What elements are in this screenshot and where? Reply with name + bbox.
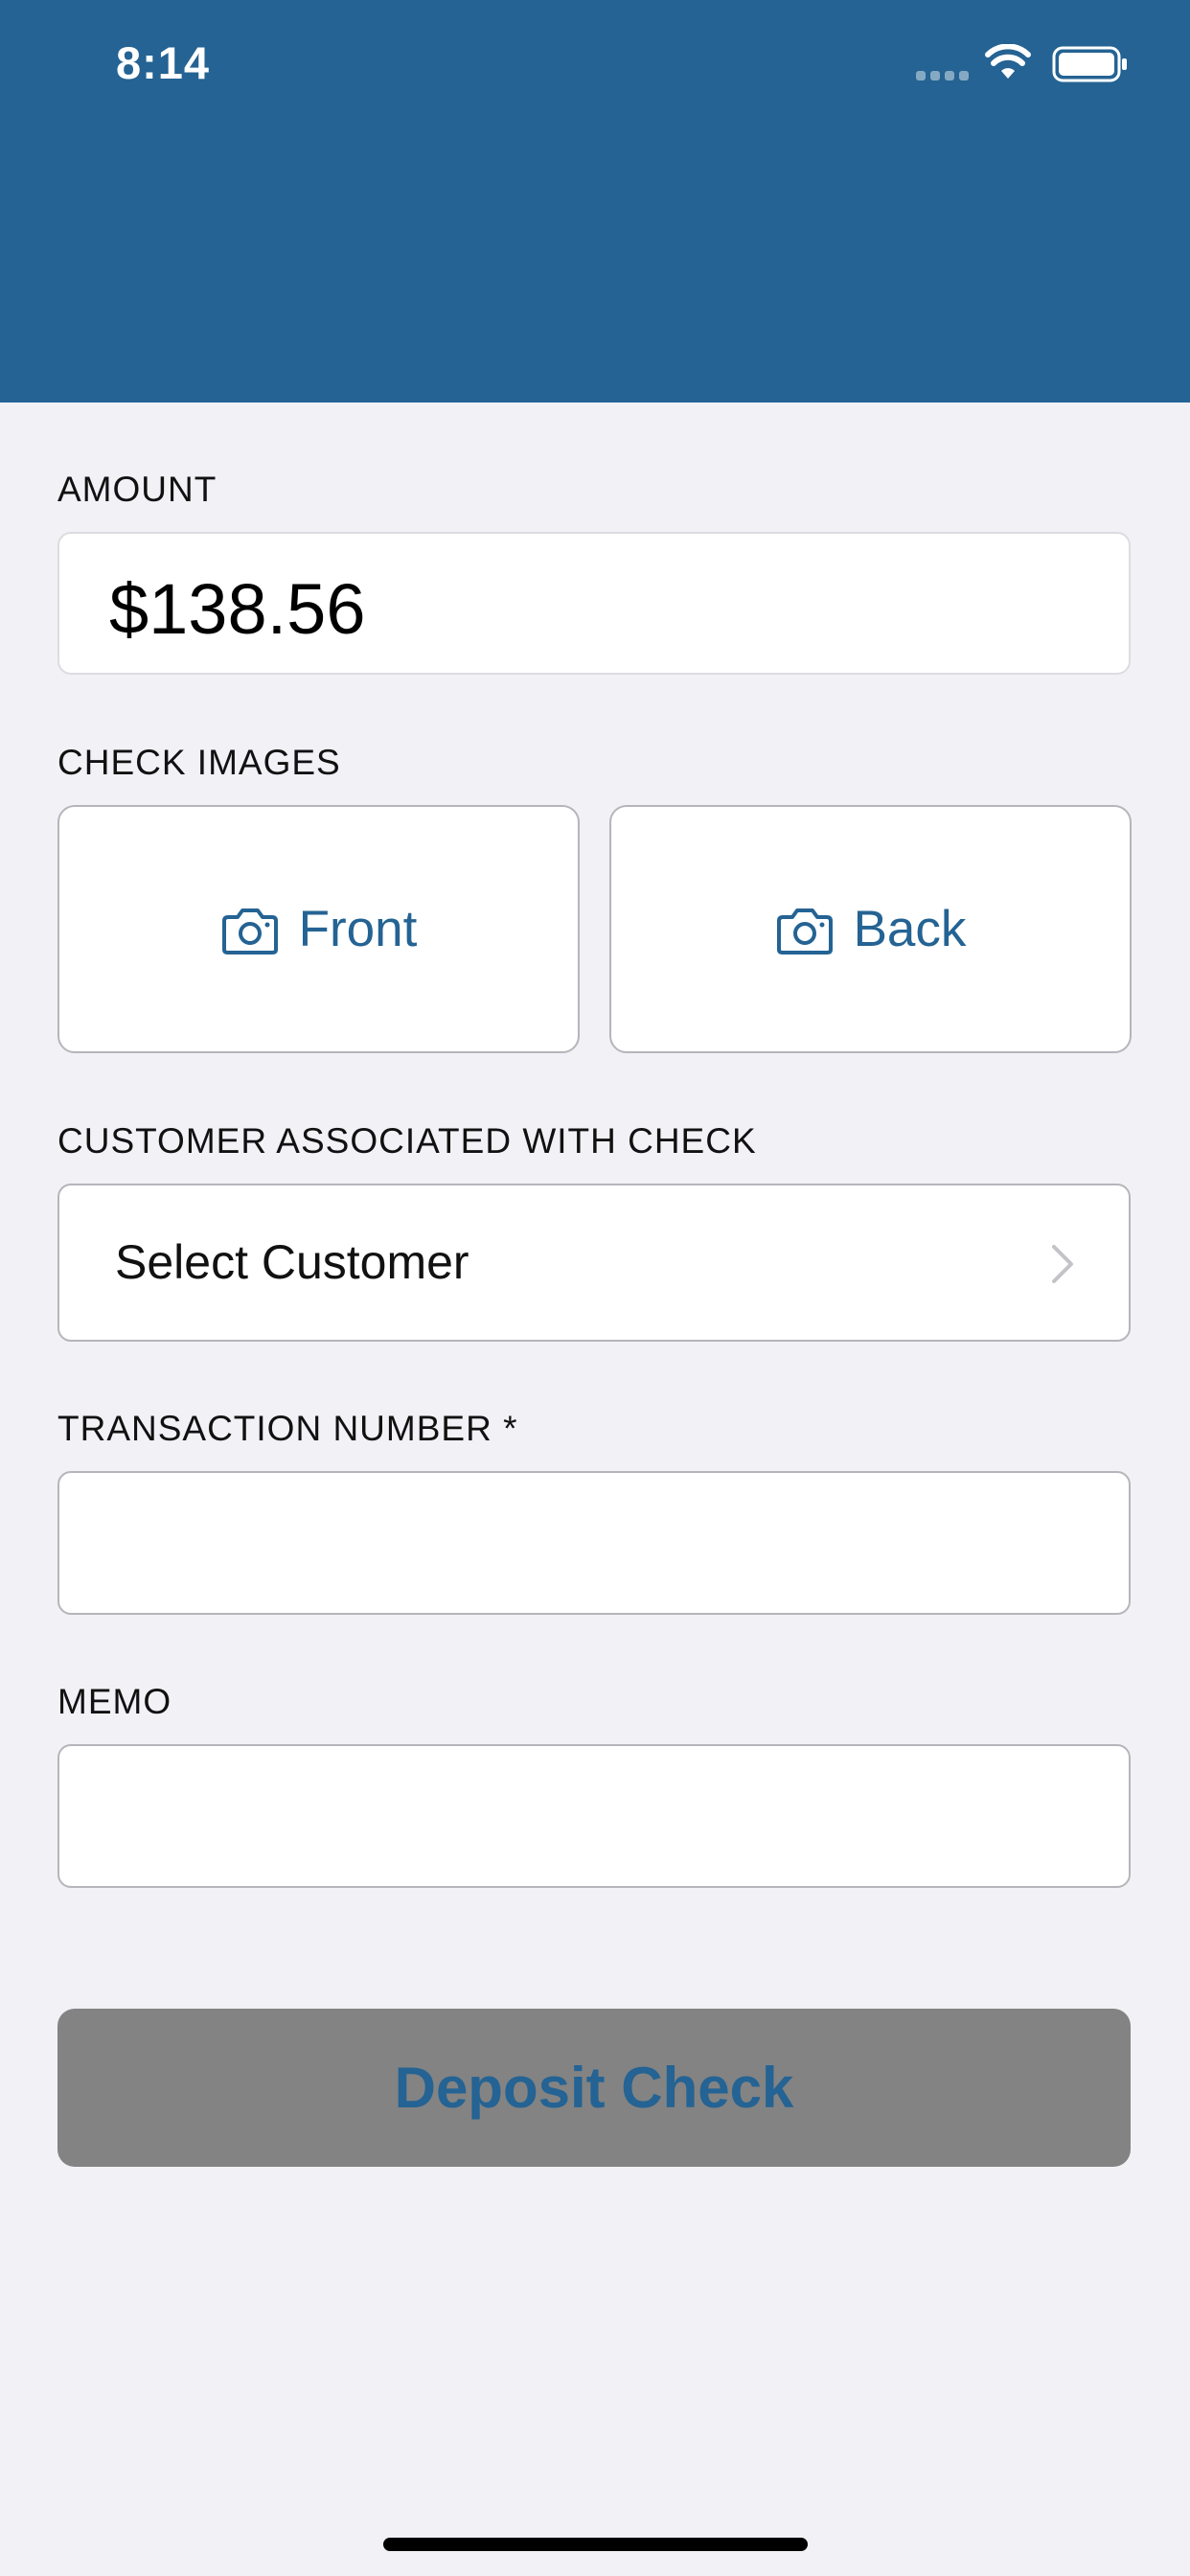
- transaction-number-label: TRANSACTION NUMBER *: [57, 1409, 518, 1448]
- back-label: Back: [853, 901, 967, 957]
- check-images-label: CHECK IMAGES: [57, 743, 341, 782]
- home-indicator[interactable]: [383, 2538, 808, 2551]
- transaction-number-input[interactable]: [57, 1471, 1131, 1615]
- chevron-right-icon: [1052, 1245, 1073, 1283]
- front-image-button[interactable]: Front: [57, 805, 580, 1053]
- battery-icon: [1052, 46, 1127, 82]
- customer-label: CUSTOMER ASSOCIATED WITH CHECK: [57, 1121, 757, 1161]
- amount-label: AMOUNT: [57, 470, 217, 509]
- status-time: 8:14: [116, 37, 211, 88]
- front-label: Front: [298, 901, 418, 957]
- wifi-icon: [985, 44, 1031, 79]
- amount-field[interactable]: $138.56: [57, 532, 1131, 675]
- deposit-check-button[interactable]: Deposit Check: [57, 2009, 1131, 2167]
- memo-label: MEMO: [57, 1682, 172, 1721]
- camera-icon: [776, 908, 833, 954]
- amount-value: $138.56: [109, 569, 366, 649]
- back-image-button[interactable]: Back: [609, 805, 1132, 1053]
- select-customer-text: Select Customer: [115, 1235, 469, 1289]
- app-header: 8:14: [0, 0, 1190, 402]
- select-customer-button[interactable]: Select Customer: [57, 1184, 1131, 1342]
- camera-icon: [221, 908, 278, 954]
- memo-input[interactable]: [57, 1744, 1131, 1888]
- cellular-signal-icon: [916, 71, 970, 80]
